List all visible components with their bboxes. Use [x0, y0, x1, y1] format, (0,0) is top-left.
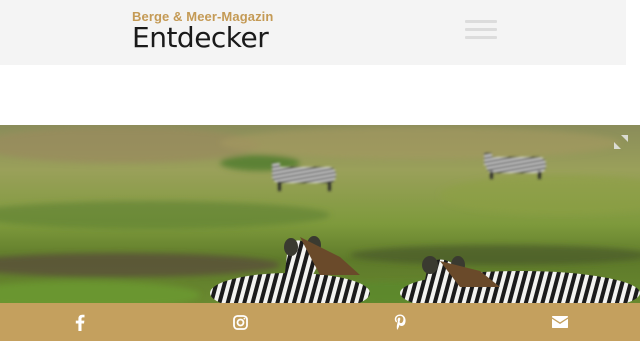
email-icon — [552, 316, 568, 328]
zebra-savanna-photo — [0, 125, 640, 305]
social-share-bar — [0, 303, 640, 341]
logo-title: Entdecker — [132, 21, 269, 54]
hamburger-menu-icon[interactable] — [465, 20, 497, 40]
facebook-icon — [75, 314, 85, 331]
pinterest-icon — [394, 314, 406, 330]
expand-icon[interactable] — [612, 133, 630, 151]
instagram-icon — [232, 314, 248, 330]
share-email-button[interactable] — [480, 303, 640, 341]
share-pinterest-button[interactable] — [320, 303, 480, 341]
site-logo[interactable]: Berge & Meer-Magazin Entdecker — [132, 9, 273, 52]
share-instagram-button[interactable] — [160, 303, 320, 341]
share-facebook-button[interactable] — [0, 303, 160, 341]
hero-image — [0, 125, 640, 305]
site-header: Berge & Meer-Magazin Entdecker — [0, 0, 626, 65]
